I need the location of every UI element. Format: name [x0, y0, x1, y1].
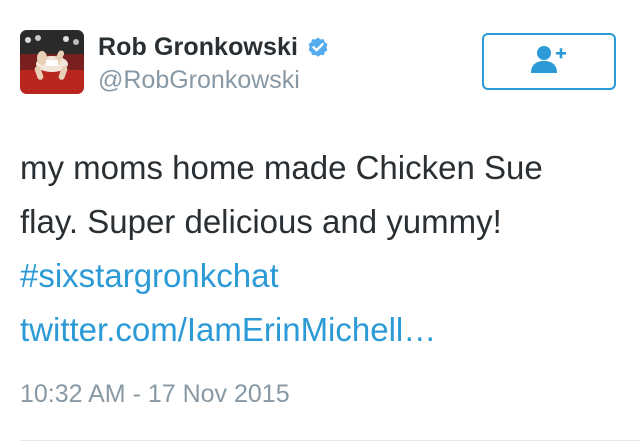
tweet-text: my moms home made Chicken Sue flay. Supe…: [20, 141, 620, 357]
author-display-name[interactable]: Rob Gronkowski: [98, 33, 298, 62]
tweet-timestamp[interactable]: 10:32 AM - 17 Nov 2015: [20, 380, 290, 409]
tweet-text-line: flay. Super delicious and yummy!: [20, 203, 502, 240]
divider: [20, 440, 640, 441]
follow-button[interactable]: [482, 33, 616, 90]
profile-photo-icon: [20, 30, 84, 94]
verified-badge-icon: [306, 35, 330, 59]
author-handle[interactable]: @RobGronkowski: [98, 66, 300, 95]
add-user-icon: [529, 43, 569, 80]
hashtag-link[interactable]: #sixstargronkchat: [20, 249, 620, 303]
avatar[interactable]: [20, 30, 84, 94]
tweet-card: Rob Gronkowski @RobGronkowski my moms ho…: [0, 0, 640, 447]
url-link[interactable]: twitter.com/IamErinMichell…: [20, 303, 620, 357]
author-name-row: Rob Gronkowski: [98, 30, 330, 64]
tweet-text-line: my moms home made Chicken Sue: [20, 149, 543, 186]
